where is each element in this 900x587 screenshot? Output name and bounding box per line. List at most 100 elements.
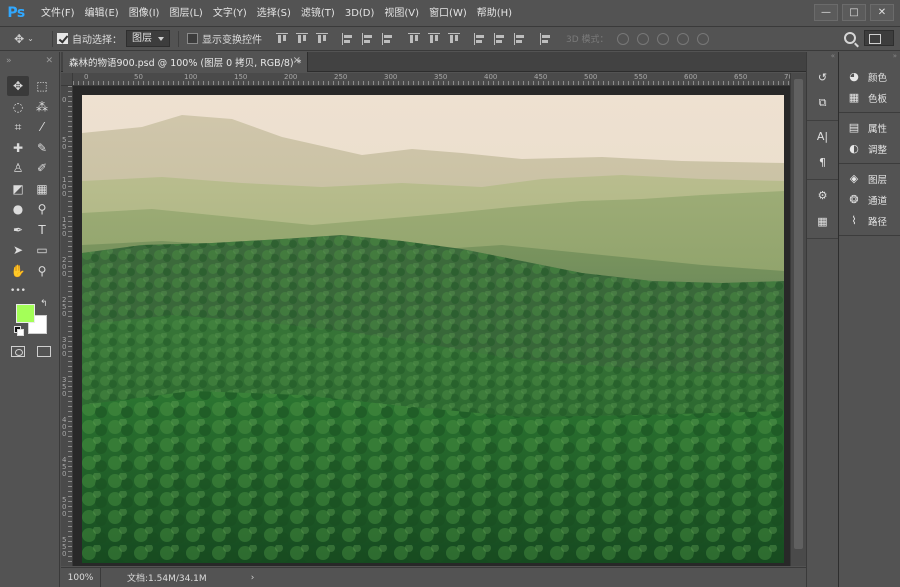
default-colors-icon[interactable]	[14, 326, 24, 336]
dock-expand-icon[interactable]: »	[839, 52, 900, 62]
menu-item[interactable]: 帮助(H)	[472, 0, 517, 27]
panel-tab[interactable]: ◈ 图层	[839, 168, 900, 189]
align-top-icon[interactable]	[276, 32, 288, 45]
ruler-horizontal[interactable]: 0 50 100 150 200 250 300 350 400 450 500 550 600 650 7…	[73, 73, 790, 86]
distribute-left-icon[interactable]	[474, 32, 486, 45]
screen-mode-icon[interactable]	[37, 346, 51, 357]
zoom-icon[interactable]: ⚲	[31, 261, 53, 281]
panel-dock-labels: » ◕ 颜色 ▦ 色板 ▤ 属性 ◐ 调整 ◈ 图层 ❂ 通道 ⌇ 路径	[838, 52, 900, 587]
ruler-tick	[68, 166, 72, 167]
tool-presets-icon[interactable]: ▦	[812, 210, 834, 232]
history-brush-icon[interactable]: ✐	[31, 158, 53, 178]
ruler-tick	[638, 81, 639, 85]
crop-icon[interactable]: ⌗	[7, 117, 29, 137]
close-window-button[interactable]: ✕	[870, 4, 894, 21]
more-tools-icon[interactable]: •••	[7, 281, 29, 301]
hand-icon[interactable]: ✋	[7, 261, 29, 281]
align-bottom-icon[interactable]	[316, 32, 328, 45]
align-vcenter-icon[interactable]	[296, 32, 308, 45]
magic-wand-icon[interactable]: ⁂	[31, 97, 53, 117]
scrollbar-thumb[interactable]	[794, 79, 803, 549]
image-canvas[interactable]	[82, 95, 784, 563]
tool-preset-picker[interactable]: ✥ ⌄	[0, 27, 48, 51]
eyedropper-icon[interactable]: ⁄	[31, 117, 53, 137]
swap-colors-icon[interactable]: ↰	[40, 299, 48, 309]
healing-brush-icon[interactable]: ✚	[7, 138, 29, 158]
distribute-hcenter-icon[interactable]	[494, 32, 506, 45]
distribute-right-icon[interactable]	[514, 32, 526, 45]
menu-item[interactable]: 文字(Y)	[208, 0, 252, 27]
move-icon[interactable]: ✥	[7, 76, 29, 96]
auto-select-dropdown[interactable]: 图层	[126, 30, 170, 47]
path-selection-icon[interactable]: ➤	[7, 240, 29, 260]
paragraph-icon[interactable]: ¶	[812, 151, 834, 173]
menu-item[interactable]: 3D(D)	[340, 0, 380, 27]
ruler-tick	[158, 81, 159, 85]
menu-item[interactable]: 选择(S)	[252, 0, 296, 27]
menu-item[interactable]: 文件(F)	[36, 0, 80, 27]
orbit-3d-icon[interactable]	[616, 32, 629, 45]
distribute-bottom-icon[interactable]	[448, 32, 460, 45]
gradient-icon[interactable]: ▦	[31, 179, 53, 199]
pen-icon[interactable]: ✒	[7, 220, 29, 240]
history-icon[interactable]: ↺	[812, 66, 834, 88]
workspace-switcher[interactable]	[864, 30, 894, 46]
clone-stamp-icon[interactable]: ♙	[7, 158, 29, 178]
quick-mask-icon[interactable]	[11, 346, 25, 357]
marquee-icon[interactable]: ⬚	[31, 76, 53, 96]
auto-align-icon[interactable]	[540, 32, 552, 45]
drag-3d-icon[interactable]	[656, 32, 669, 45]
expand-icon[interactable]: »	[6, 56, 12, 66]
panel-tab[interactable]: ⌇ 路径	[839, 210, 900, 231]
slide-3d-icon[interactable]	[676, 32, 689, 45]
minimize-button[interactable]: —	[814, 4, 838, 21]
vertical-scrollbar[interactable]	[790, 73, 806, 566]
dock-collapse-icon[interactable]: «	[807, 52, 838, 62]
distribute-top-icon[interactable]	[408, 32, 420, 45]
brush-settings-icon[interactable]: ⚙	[812, 184, 834, 206]
menu-item[interactable]: 编辑(E)	[80, 0, 124, 27]
scale-3d-icon[interactable]	[696, 32, 709, 45]
roll-3d-icon[interactable]	[636, 32, 649, 45]
lasso-icon[interactable]: ◌	[7, 97, 29, 117]
show-transform-checkbox[interactable]	[187, 33, 198, 44]
distribute-vcenter-icon[interactable]	[428, 32, 440, 45]
document-tab[interactable]: 森林的物语900.psd @ 100% (图层 0 拷贝, RGB/8) * ×	[63, 52, 308, 72]
ruler-vertical[interactable]: 0 5 0 1 0 0 1 5 0 2 0 0 2 5 0 3 0 0 3 5 0 4 0 0 4…	[61, 86, 73, 566]
brush-icon[interactable]: ✎	[31, 138, 53, 158]
panel-tab[interactable]: ▦ 色板	[839, 87, 900, 108]
ruler-tick	[728, 81, 729, 85]
menu-item[interactable]: 图层(L)	[164, 0, 207, 27]
panel-tab[interactable]: ◐ 调整	[839, 138, 900, 159]
align-right-icon[interactable]	[382, 32, 394, 45]
ruler-origin[interactable]	[61, 73, 73, 86]
auto-select-checkbox[interactable]	[57, 33, 68, 44]
status-menu-icon[interactable]: ›	[251, 573, 255, 583]
align-hcenter-icon[interactable]	[362, 32, 374, 45]
foreground-color-swatch[interactable]	[16, 304, 35, 323]
divider	[52, 30, 53, 47]
dodge-icon[interactable]: ⚲	[31, 199, 53, 219]
blur-icon[interactable]: ●	[7, 199, 29, 219]
align-left-icon[interactable]	[342, 32, 354, 45]
menu-item[interactable]: 窗口(W)	[424, 0, 472, 27]
menu-item[interactable]: 滤镜(T)	[296, 0, 340, 27]
character-icon[interactable]: A|	[812, 125, 834, 147]
actions-icon[interactable]: ⧉	[812, 92, 834, 114]
panel-tab[interactable]: ❂ 通道	[839, 189, 900, 210]
search-icon[interactable]	[844, 32, 856, 44]
zoom-level[interactable]: 100%	[61, 567, 101, 587]
close-tab-icon[interactable]: ×	[293, 55, 301, 66]
ruler-tick	[418, 81, 419, 85]
collapse-icon[interactable]: ✕	[45, 56, 53, 66]
ruler-tick	[68, 546, 72, 547]
ruler-tick	[68, 496, 72, 497]
menu-item[interactable]: 视图(V)	[379, 0, 424, 27]
panel-tab[interactable]: ▤ 属性	[839, 117, 900, 138]
panel-tab[interactable]: ◕ 颜色	[839, 66, 900, 87]
menu-item[interactable]: 图像(I)	[124, 0, 165, 27]
maximize-button[interactable]: □	[842, 4, 866, 21]
type-icon[interactable]: T	[31, 220, 53, 240]
shape-icon[interactable]: ▭	[31, 240, 53, 260]
eraser-icon[interactable]: ◩	[7, 179, 29, 199]
